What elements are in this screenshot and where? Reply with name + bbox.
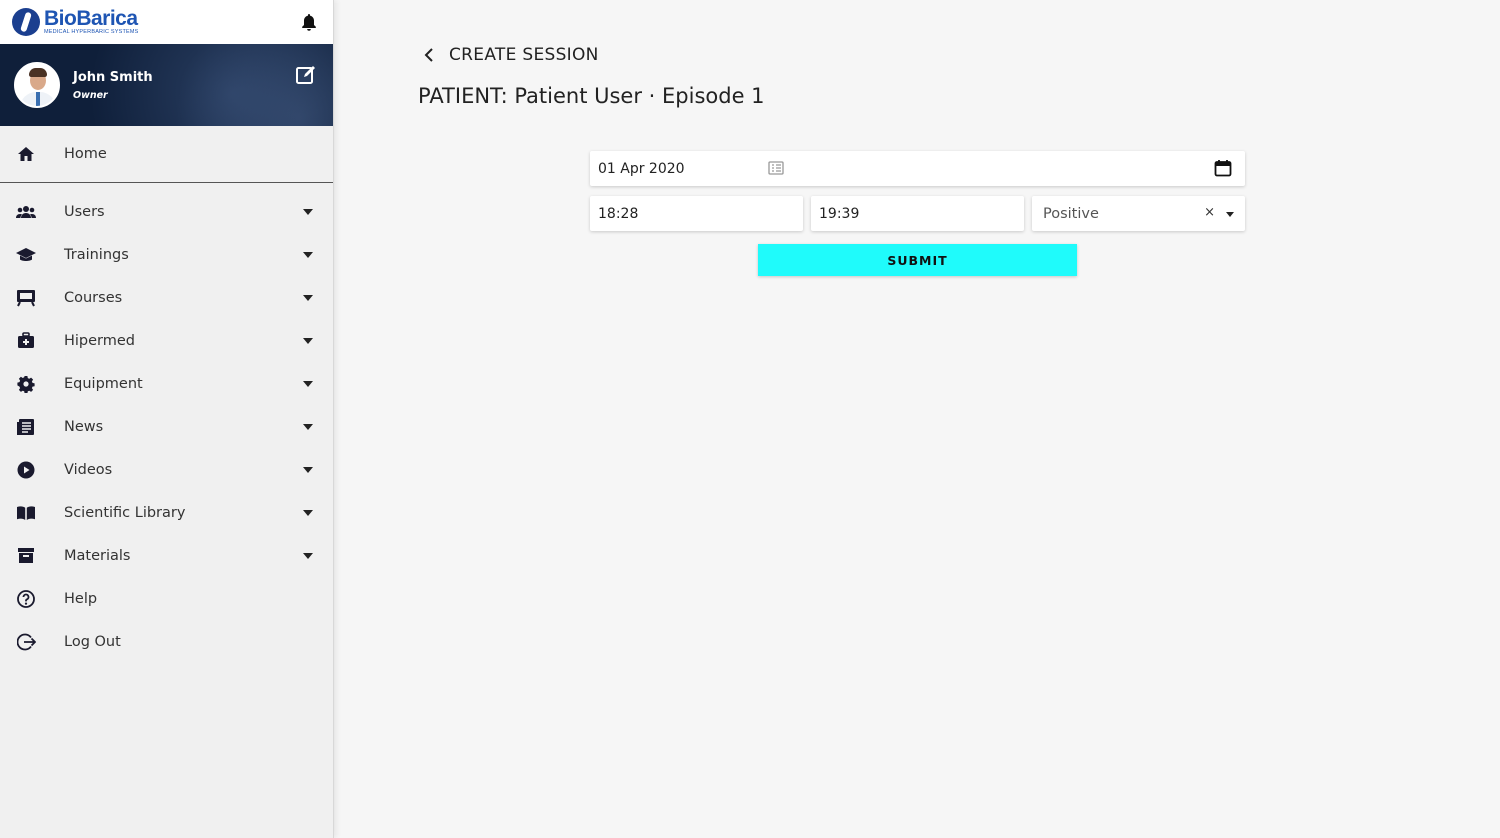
sidebar-item-label: Hipermed	[64, 332, 136, 349]
sidebar-item-hipermed[interactable]: Hipermed	[0, 319, 333, 362]
result-select[interactable]: Positive ×	[1032, 196, 1245, 231]
sidebar-item-help[interactable]: Help	[0, 577, 333, 620]
back-arrow-icon[interactable]	[419, 44, 439, 66]
sidebar-item-courses[interactable]: Courses	[0, 276, 333, 319]
date-field[interactable]: 01 Apr 2020	[590, 151, 1245, 186]
edit-profile-icon[interactable]	[295, 64, 317, 86]
bell-icon[interactable]	[299, 12, 319, 32]
sidebar-item-label: Help	[64, 590, 98, 607]
main-content: CREATE SESSION PATIENT: Patient User · E…	[335, 0, 1500, 838]
graduation-cap-icon	[16, 245, 36, 265]
chevron-down-icon[interactable]	[303, 337, 313, 344]
sidebar-item-materials[interactable]: Materials	[0, 534, 333, 577]
archive-icon	[16, 546, 36, 566]
chevron-down-icon[interactable]	[303, 251, 313, 258]
sidebar-item-label: Equipment	[64, 375, 143, 392]
sidebar-item-label: Users	[64, 203, 105, 220]
sidebar-item-label: Trainings	[64, 246, 129, 263]
sidebar-item-videos[interactable]: Videos	[0, 448, 333, 491]
home-icon	[16, 144, 36, 164]
newspaper-icon	[16, 417, 36, 437]
avatar[interactable]	[14, 62, 60, 108]
book-icon	[16, 503, 36, 523]
sidebar-item-label: Courses	[64, 289, 123, 306]
submit-button[interactable]: SUBMIT	[758, 244, 1077, 276]
sidebar-item-trainings[interactable]: Trainings	[0, 233, 333, 276]
brand-tagline: MEDICAL HYPERBARIC SYSTEMS	[44, 29, 139, 36]
calendar-icon[interactable]	[1214, 159, 1232, 181]
chevron-down-icon[interactable]	[303, 380, 313, 387]
sidebar: BioBarica MEDICAL HYPERBARIC SYSTEMS Joh…	[0, 0, 334, 838]
sidebar-item-scientific-library[interactable]: Scientific Library	[0, 491, 333, 534]
sidebar-item-logout[interactable]: Log Out	[0, 620, 333, 663]
chevron-down-icon[interactable]	[303, 208, 313, 215]
brand-logo[interactable]: BioBarica MEDICAL HYPERBARIC SYSTEMS	[12, 8, 139, 36]
chevron-down-icon[interactable]	[303, 423, 313, 430]
chevron-down-icon[interactable]	[303, 294, 313, 301]
date-value: 01 Apr 2020	[598, 160, 685, 177]
chevron-down-icon[interactable]	[303, 509, 313, 516]
chalkboard-icon	[16, 288, 36, 308]
start-time-field[interactable]: 18:28	[590, 196, 803, 231]
sidebar-item-home[interactable]: Home	[0, 126, 333, 183]
breadcrumb: CREATE SESSION	[419, 44, 599, 66]
question-circle-icon	[16, 589, 36, 609]
medical-kit-icon	[16, 331, 36, 351]
page-title: PATIENT: Patient User · Episode 1	[418, 84, 765, 108]
user-role: Owner	[73, 89, 108, 101]
chevron-down-icon[interactable]	[303, 552, 313, 559]
clear-icon[interactable]: ×	[1204, 205, 1215, 220]
breadcrumb-label: CREATE SESSION	[449, 45, 599, 65]
sidebar-item-users[interactable]: Users	[0, 190, 333, 233]
end-time-value: 19:39	[819, 205, 860, 222]
chevron-down-icon[interactable]	[303, 466, 313, 473]
sidebar-item-label: Scientific Library	[64, 504, 186, 521]
sidebar-item-news[interactable]: News	[0, 405, 333, 448]
sidebar-item-label: Videos	[64, 461, 113, 478]
gear-icon	[16, 374, 36, 394]
logo-mark-icon	[12, 8, 40, 36]
result-select-value: Positive	[1043, 205, 1099, 222]
sidebar-item-label: Materials	[64, 547, 131, 564]
sidebar-item-label: Home	[64, 146, 107, 162]
sidebar-item-equipment[interactable]: Equipment	[0, 362, 333, 405]
calendar-list-icon	[768, 161, 784, 179]
chevron-down-icon[interactable]	[1226, 212, 1234, 217]
sidebar-item-label: News	[64, 418, 104, 435]
sidebar-nav: Home Users Trainings Courses Hipermed Eq…	[0, 126, 333, 663]
end-time-field[interactable]: 19:39	[811, 196, 1024, 231]
sidebar-topbar: BioBarica MEDICAL HYPERBARIC SYSTEMS	[0, 0, 333, 44]
user-name: John Smith	[73, 69, 153, 85]
users-icon	[16, 202, 36, 222]
logout-icon	[16, 632, 36, 652]
brand-name: BioBarica	[44, 7, 138, 31]
play-circle-icon	[16, 460, 36, 480]
user-profile: John Smith Owner	[0, 44, 333, 126]
start-time-value: 18:28	[598, 205, 639, 222]
session-form: 01 Apr 2020 18:28 19:39 Positive × SUBMI…	[590, 151, 1245, 276]
sidebar-item-label: Log Out	[64, 633, 121, 650]
